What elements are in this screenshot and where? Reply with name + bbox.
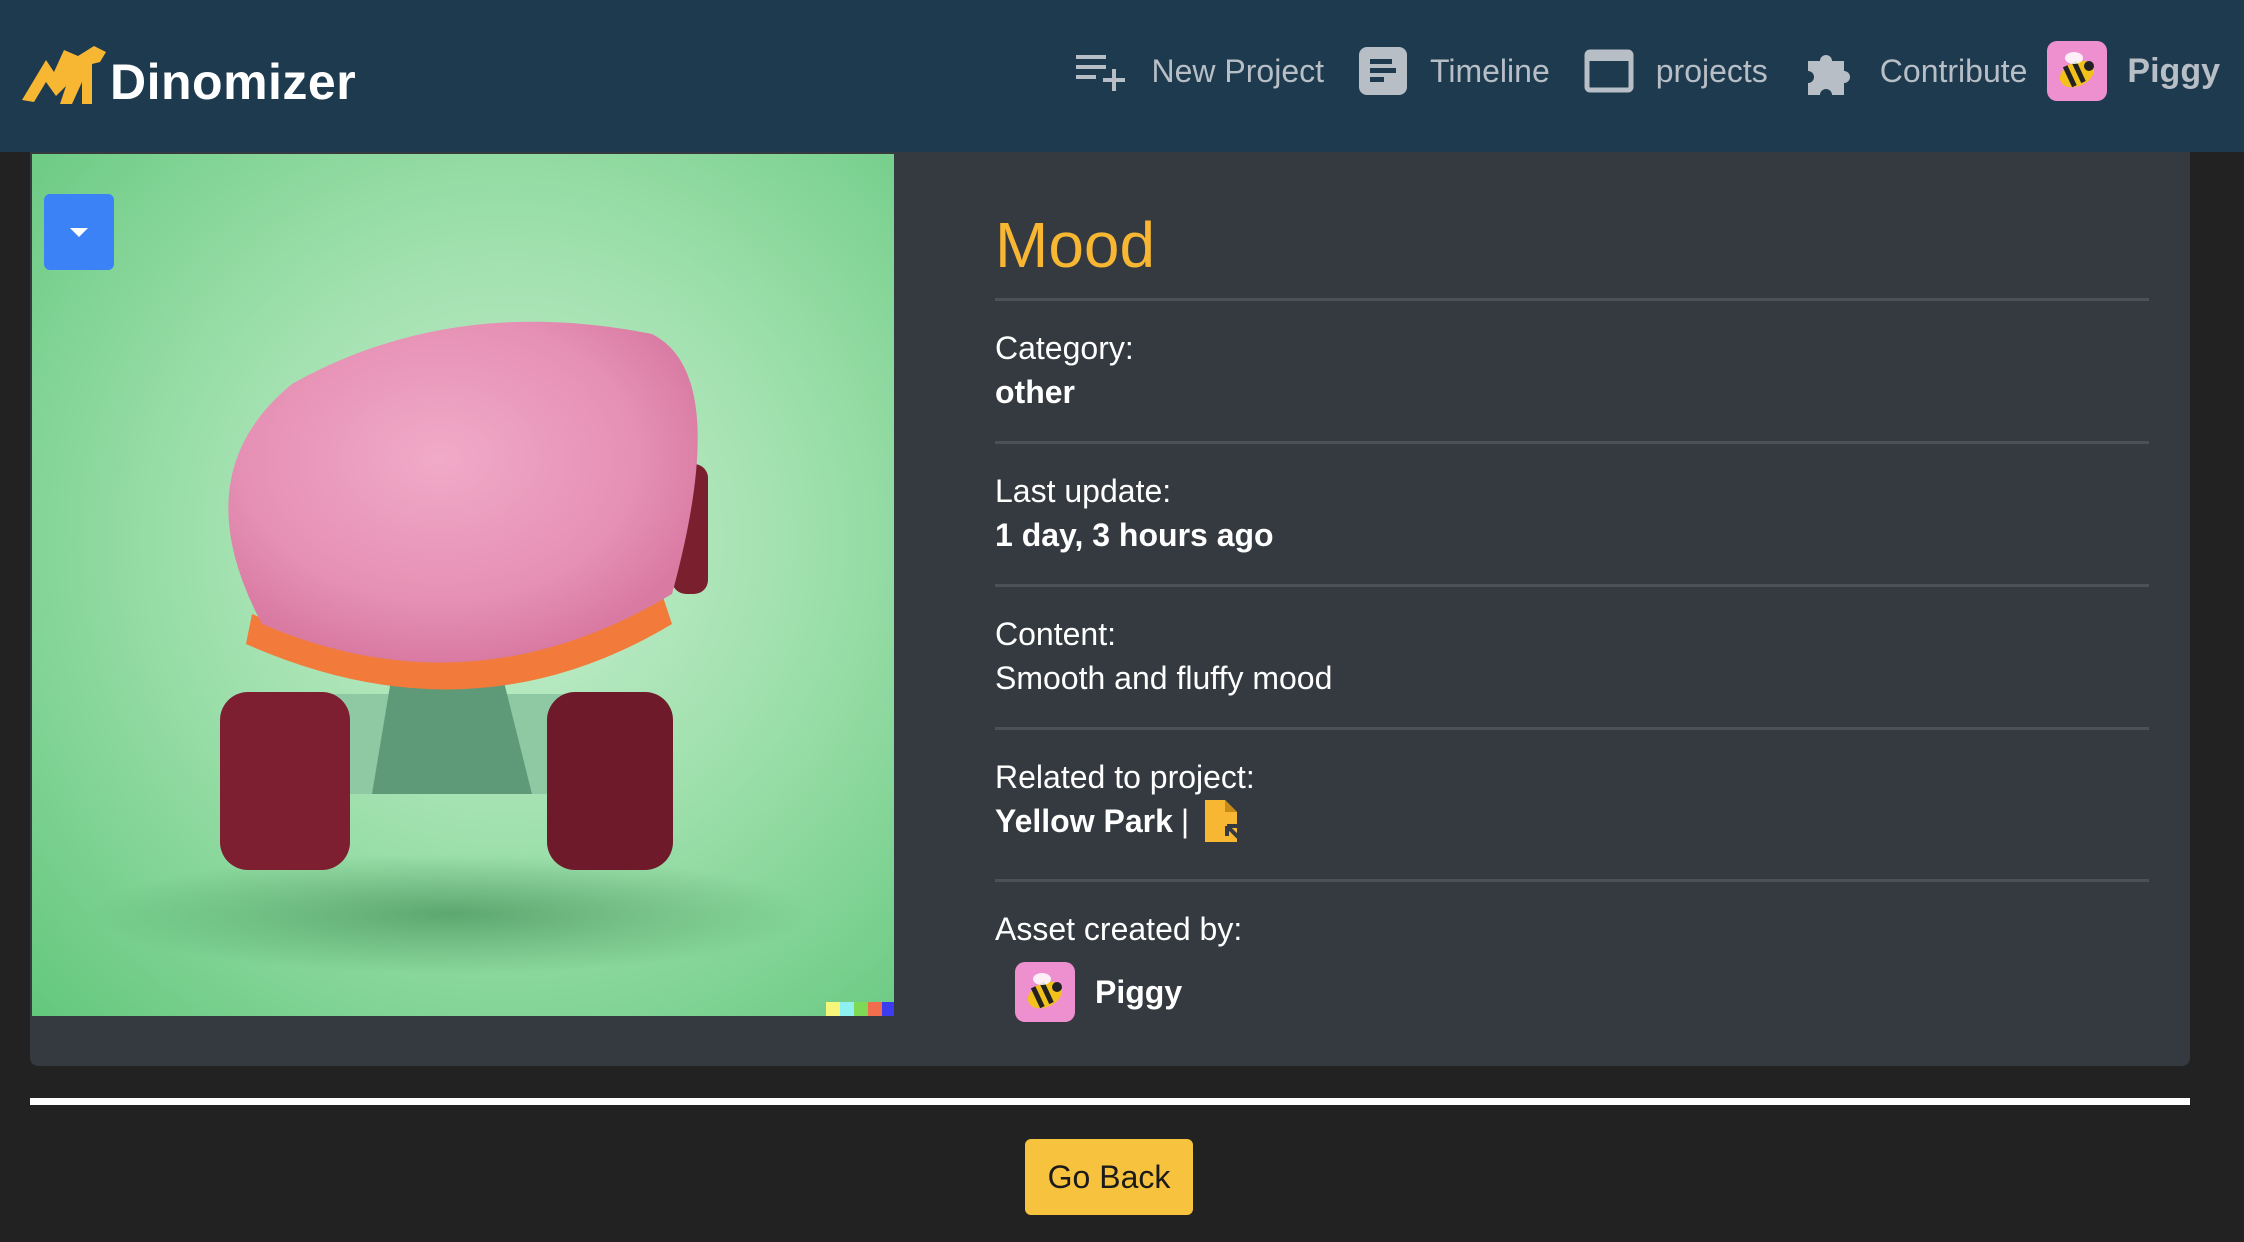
dino-logo-icon: [22, 46, 106, 104]
pink-fluffy-skateboard-image: [32, 154, 894, 1016]
brand[interactable]: Dinomizer: [20, 38, 356, 112]
creator-label: Asset created by:: [995, 911, 1243, 947]
caret-down-icon: [70, 227, 88, 237]
asset-card: Mood Category: other Last update: 1 day,…: [30, 152, 2190, 1066]
related-project-label: Related to project:: [995, 759, 1255, 795]
nav-new-project[interactable]: New Project: [1074, 49, 1325, 93]
last-update-value: 1 day, 3 hours ago: [995, 517, 1274, 553]
nav-projects-label: projects: [1655, 52, 1768, 89]
asset-details: Mood Category: other Last update: 1 day,…: [995, 152, 2149, 1022]
go-back-button[interactable]: Go Back: [1025, 1139, 1193, 1215]
creator-section: Asset created by: Piggy: [995, 879, 2149, 1022]
navbar: Dinomizer New Project Timeline projects …: [0, 0, 2244, 152]
content-section: Content: Smooth and fluffy mood: [995, 584, 2149, 727]
nav-timeline[interactable]: Timeline: [1358, 46, 1550, 96]
content-value: Smooth and fluffy mood: [995, 660, 1333, 696]
divider: [30, 1098, 2190, 1105]
related-project-link[interactable]: Yellow Park: [995, 798, 1173, 844]
nav-timeline-label: Timeline: [1430, 52, 1550, 89]
playlist-add-icon: [1075, 55, 1125, 91]
last-update-section: Last update: 1 day, 3 hours ago: [995, 441, 2149, 584]
category-label: Category:: [995, 330, 1134, 366]
timeline-icon: [1359, 47, 1407, 95]
image-dropdown-button[interactable]: [44, 194, 114, 270]
asset-title: Mood: [995, 209, 1156, 281]
bee-avatar-icon: [1015, 962, 1075, 1022]
nav-contribute[interactable]: Contribute: [1802, 43, 2028, 99]
project-separator: |: [1180, 803, 1190, 839]
nav-user[interactable]: Piggy: [2047, 41, 2220, 101]
creator-row[interactable]: Piggy: [1015, 962, 2149, 1022]
category-section: Category: other: [995, 298, 2149, 441]
related-project-row: Yellow Park |: [995, 798, 2149, 844]
window-icon: [1584, 49, 1634, 93]
puzzle-icon: [1807, 55, 1850, 95]
skateboard-illustration: [92, 321, 894, 1016]
nav-projects[interactable]: projects: [1584, 48, 1768, 94]
nav-user-name: Piggy: [2127, 51, 2220, 90]
brand-name: Dinomizer: [110, 54, 357, 110]
category-value: other: [995, 374, 1075, 410]
nav-menu: New Project Timeline projects Contribute: [1040, 38, 2220, 104]
related-project-section: Related to project: Yellow Park |: [995, 727, 2149, 879]
creator-name: Piggy: [1095, 973, 1183, 1010]
content-label: Content:: [995, 616, 1116, 652]
bee-avatar-icon: [2047, 41, 2108, 101]
file-link-icon[interactable]: [1203, 798, 1245, 844]
nav-new-project-label: New Project: [1151, 52, 1325, 89]
nav-contribute-label: Contribute: [1879, 52, 2028, 89]
last-update-label: Last update:: [995, 473, 1172, 509]
